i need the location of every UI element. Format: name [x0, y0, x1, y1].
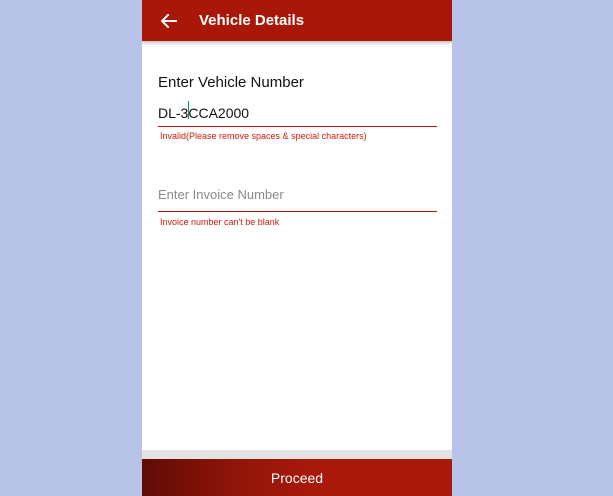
- vehicle-number-input[interactable]: [158, 100, 437, 127]
- invoice-number-error: Invoice number can't be blank: [160, 217, 280, 227]
- back-button[interactable]: [158, 10, 180, 32]
- invoice-number-input[interactable]: [158, 178, 437, 212]
- arrow-left-icon: [161, 13, 177, 28]
- page-title: Vehicle Details: [199, 12, 305, 29]
- phone-screen: Vehicle Details Enter Vehicle Number Inv…: [142, 0, 452, 496]
- app-bar: Vehicle Details: [142, 0, 452, 41]
- text-cursor: [188, 101, 189, 119]
- vehicle-number-label: Enter Vehicle Number: [158, 74, 304, 91]
- divider: [142, 450, 452, 459]
- proceed-button[interactable]: Proceed: [142, 459, 452, 496]
- vehicle-number-error: Invalid(Please remove spaces & special c…: [160, 131, 367, 141]
